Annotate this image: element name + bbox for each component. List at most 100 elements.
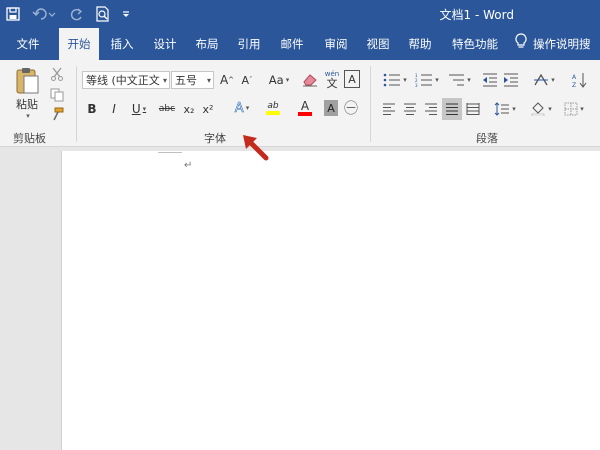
eraser-icon [303, 74, 317, 87]
format-painter-icon [53, 107, 64, 121]
highlight-button[interactable]: ab [258, 98, 288, 118]
font-name-value: 等线 (中文正文 [86, 74, 160, 87]
superscript-button[interactable]: x² [200, 100, 216, 118]
annotation-arrow-icon [243, 135, 269, 161]
svg-text:A: A [572, 74, 577, 81]
tab-insert[interactable]: 插入 [104, 28, 140, 60]
print-preview-button[interactable] [90, 0, 116, 28]
save-button[interactable] [0, 0, 26, 28]
numbering-button[interactable]: 1 2 3 ▾ [412, 70, 442, 90]
character-shading-button[interactable]: A [324, 100, 338, 116]
grow-font-icon: A [219, 73, 229, 87]
tell-me-search[interactable]: 操作说明搜 [515, 28, 600, 60]
tab-layout[interactable]: 布局 [189, 28, 225, 60]
copy-icon [50, 88, 64, 102]
undo-icon [32, 8, 56, 20]
phonetic-guide-button[interactable]: wén 文 [322, 68, 342, 90]
tab-file[interactable]: 文件 [6, 28, 50, 60]
tab-view[interactable]: 视图 [360, 28, 396, 60]
format-painter-button[interactable] [49, 106, 65, 122]
paragraph-mark: ↵ [184, 160, 193, 171]
strikethrough-button[interactable]: abc [157, 100, 177, 118]
character-border-button[interactable]: A [344, 70, 360, 88]
borders-button[interactable]: ▾ [560, 100, 588, 118]
align-left-icon [383, 103, 395, 115]
change-case-button[interactable]: Aa ▾ [264, 70, 294, 90]
grow-font-button[interactable]: A ^ [218, 70, 236, 90]
paste-dropdown-arrow[interactable]: ▾ [26, 112, 30, 120]
decrease-indent-icon [483, 73, 497, 87]
clear-formatting-button[interactable] [300, 70, 320, 90]
ribbon-tabs: 文件 开始 插入 设计 布局 引用 邮件 审阅 视图 帮助 特色功能 操作说明搜 [0, 28, 600, 60]
highlighter-icon: ab [267, 101, 279, 111]
underline-icon: U [131, 102, 141, 116]
italic-button[interactable]: I [106, 100, 122, 118]
tab-mailings[interactable]: 邮件 [274, 28, 310, 60]
font-size-value: 五号 [175, 74, 197, 87]
distributed-button[interactable] [464, 100, 482, 118]
shading-button[interactable]: ▾ [527, 100, 555, 118]
justify-button[interactable] [442, 98, 462, 120]
decrease-indent-button[interactable] [481, 70, 499, 90]
bullets-button[interactable]: ▾ [380, 70, 410, 90]
subscript-icon: x₂ [183, 102, 195, 116]
font-name-combo[interactable]: 等线 (中文正文 ▾ [82, 71, 170, 89]
redo-icon [70, 8, 83, 21]
character-border-icon: A [348, 72, 356, 86]
tab-references[interactable]: 引用 [231, 28, 267, 60]
text-effects-icon: A [234, 100, 244, 116]
tab-home[interactable]: 开始 [59, 28, 99, 60]
sort-button[interactable]: AZ [566, 70, 594, 90]
document-page[interactable] [61, 151, 600, 450]
align-left-button[interactable] [380, 100, 398, 118]
paint-bucket-icon [531, 102, 545, 116]
save-icon [6, 7, 20, 21]
margin-corner-mark [158, 151, 182, 153]
tab-help[interactable]: 帮助 [402, 28, 438, 60]
enclose-characters-button[interactable]: ㊀ [342, 99, 360, 117]
align-center-button[interactable] [401, 100, 419, 118]
align-right-button[interactable] [422, 100, 440, 118]
sort-icon: AZ [572, 73, 587, 88]
font-color-button[interactable]: A [290, 98, 320, 118]
highlight-color-swatch [266, 111, 280, 115]
italic-icon: I [112, 102, 116, 116]
chinese-layout-button[interactable]: ▾ [530, 70, 558, 90]
scissors-icon [51, 67, 63, 81]
undo-button[interactable] [26, 0, 64, 28]
tab-special-features[interactable]: 特色功能 [447, 28, 503, 60]
strikethrough-icon: abc [158, 104, 176, 114]
numbering-icon: 123 [415, 73, 433, 87]
font-size-combo[interactable]: 五号 ▾ [171, 71, 214, 89]
group-separator [370, 66, 371, 142]
multilevel-list-button[interactable]: ▾ [444, 70, 474, 90]
align-right-icon [425, 103, 437, 115]
line-spacing-button[interactable]: ▾ [491, 100, 519, 118]
pinyin-char: 文 [326, 77, 338, 90]
print-preview-icon [96, 6, 109, 22]
chinese-layout-icon [534, 73, 549, 86]
customize-qat-icon [123, 11, 129, 17]
text-effects-button[interactable]: A ▾ [228, 98, 256, 118]
chevron-down-icon: ▾ [206, 76, 211, 85]
paste-button[interactable]: 粘贴 ▾ [10, 64, 44, 122]
cut-button[interactable] [49, 66, 65, 82]
redo-button[interactable] [64, 0, 90, 28]
tab-design[interactable]: 设计 [147, 28, 183, 60]
change-case-icon: Aa [268, 73, 284, 87]
copy-button[interactable] [49, 87, 65, 103]
shrink-font-button[interactable]: Aˇ [238, 70, 256, 90]
underline-button[interactable]: U ▾ [127, 100, 151, 118]
bold-button[interactable]: B [84, 100, 100, 118]
group-separator [76, 66, 77, 142]
font-color-swatch [298, 111, 312, 116]
subscript-button[interactable]: x₂ [181, 100, 197, 118]
justify-icon [446, 103, 458, 115]
multilevel-list-icon [449, 74, 465, 86]
customize-qat-button[interactable] [116, 0, 136, 28]
font-group-label: 字体 [204, 132, 226, 145]
increase-indent-button[interactable] [502, 70, 520, 90]
borders-icon [564, 102, 578, 116]
line-spacing-icon [494, 102, 510, 116]
tab-review[interactable]: 审阅 [318, 28, 354, 60]
